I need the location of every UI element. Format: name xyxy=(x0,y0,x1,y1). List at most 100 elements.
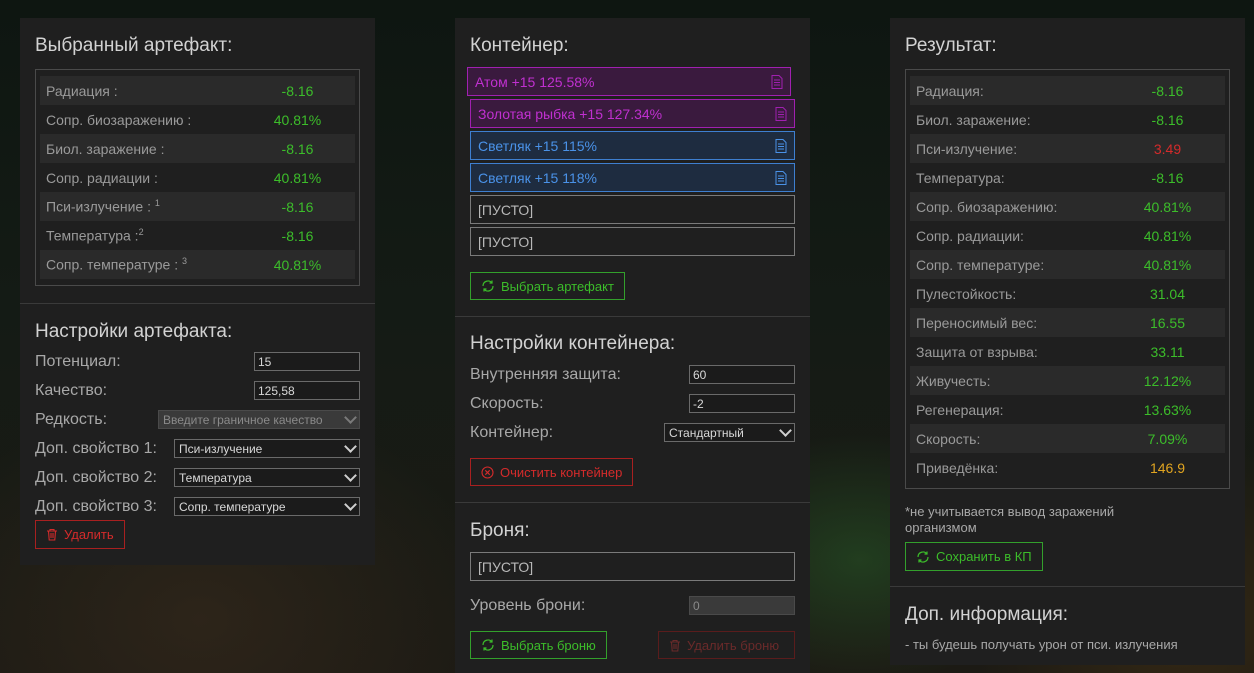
inner-protection-input[interactable] xyxy=(689,365,795,384)
result-value: 40.81% xyxy=(1143,227,1192,244)
chevron-down-icon xyxy=(344,469,357,482)
document-icon xyxy=(775,170,787,185)
artifact-settings-title: Настройки артефакта: xyxy=(35,321,233,342)
result-label: Скорость: xyxy=(916,430,981,447)
inner-protection-label: Внутренняя защита: xyxy=(470,365,621,383)
clear-container-button[interactable]: Очистить контейнер xyxy=(470,458,634,486)
result-stats-list: Радиация: -8.16 Биол. заражение: -8.16 Пси… xyxy=(905,69,1230,489)
stat-row: Биол. заражение : -8.16 xyxy=(40,134,355,163)
chevron-down-icon xyxy=(779,424,792,437)
armor-slot[interactable]: [ПУСТО] xyxy=(470,552,795,581)
armor-level-row: Уровень брони: xyxy=(470,591,795,620)
result-value: 7.09% xyxy=(1147,430,1188,447)
prop2-label: Доп. свойство 2: xyxy=(35,468,157,486)
divider xyxy=(890,586,1245,587)
document-icon xyxy=(775,106,787,121)
result-label: Живучесть: xyxy=(916,372,991,389)
stat-value: 40.81% xyxy=(273,256,322,273)
result-value: 12.12% xyxy=(1143,372,1192,389)
result-label: Сопр. температуре: xyxy=(916,256,1045,273)
stat-label: Температура :2 xyxy=(46,227,144,244)
save-label: Сохранить в КП xyxy=(936,549,1032,564)
delete-armor-label: Удалить броню xyxy=(687,637,780,653)
result-row: Биол. заражение: -8.16 xyxy=(910,105,1225,134)
result-row: Живучесть: 12.12% xyxy=(910,366,1225,395)
result-row: Пси-излучение: 3.49 xyxy=(910,134,1225,163)
stat-value: -8.16 xyxy=(281,227,314,244)
result-label: Радиация: xyxy=(916,82,984,99)
result-value: 13.63% xyxy=(1143,401,1192,418)
prop1-row: Доп. свойство 1: Пси-излучение xyxy=(35,434,360,463)
container-title: Контейнер: xyxy=(470,35,569,56)
container-slot[interactable]: Светляк +15 118% xyxy=(470,163,795,192)
stat-label: Биол. заражение : xyxy=(46,140,165,157)
result-row: Переносимый вес: 16.55 xyxy=(910,308,1225,337)
container-slot[interactable]: [ПУСТО] xyxy=(470,195,795,224)
refresh-icon xyxy=(917,550,929,563)
container-type-label: Контейнер: xyxy=(470,423,554,441)
armor-level-label: Уровень брони: xyxy=(470,596,586,614)
footnote-marker: 3 xyxy=(182,256,188,267)
choose-armor-button[interactable]: Выбрать броню xyxy=(470,631,607,659)
result-value: -8.16 xyxy=(1151,82,1184,99)
close-circle-icon xyxy=(481,465,494,479)
rarity-value: Введите граничное качество xyxy=(163,412,323,427)
rarity-label: Редкость: xyxy=(35,410,108,428)
choose-artifact-button[interactable]: Выбрать артефакт xyxy=(470,272,625,300)
result-title: Результат: xyxy=(905,35,997,56)
result-row: Приведёнка: 146.9 xyxy=(910,453,1225,482)
refresh-icon xyxy=(482,280,494,292)
choose-armor-label: Выбрать броню xyxy=(501,637,596,653)
info-text: - ты будешь получать урон от пси. излуче… xyxy=(905,637,1178,652)
slot-label: [ПУСТО] xyxy=(478,233,534,250)
result-value: 16.55 xyxy=(1149,314,1186,331)
inner-protection-row: Внутренняя защита: xyxy=(470,360,795,389)
chevron-down-icon xyxy=(344,498,357,511)
result-row: Сопр. радиации: 40.81% xyxy=(910,221,1225,250)
potential-row: Потенциал: xyxy=(35,347,360,376)
result-value: 3.49 xyxy=(1153,140,1182,157)
result-value: 33.11 xyxy=(1150,343,1185,360)
prop1-select[interactable]: Пси-излучение xyxy=(174,439,360,458)
slot-label: [ПУСТО] xyxy=(478,201,534,218)
prop1-value: Пси-излучение xyxy=(179,441,263,456)
speed-label: Скорость: xyxy=(470,394,544,412)
armor-title: Броня: xyxy=(470,520,530,541)
stat-label: Радиация : xyxy=(46,82,118,99)
container-slot[interactable]: Золотая рыбка +15 127.34% xyxy=(470,99,795,128)
result-label: Приведёнка: xyxy=(916,459,999,476)
quality-input[interactable] xyxy=(254,381,360,400)
prop2-select[interactable]: Температура xyxy=(174,468,360,487)
trash-icon xyxy=(47,528,57,541)
result-label: Регенерация: xyxy=(916,401,1004,418)
container-type-select[interactable]: Стандартный xyxy=(664,423,795,442)
document-icon xyxy=(771,74,783,89)
container-type-row: Контейнер: Стандартный xyxy=(470,418,795,447)
prop3-select[interactable]: Сопр. температуре xyxy=(174,497,360,516)
potential-label: Потенциал: xyxy=(35,352,121,370)
container-type-value: Стандартный xyxy=(669,425,744,440)
armor-level-input xyxy=(689,596,795,615)
speed-input[interactable] xyxy=(689,394,795,413)
trash-icon xyxy=(670,639,680,652)
chevron-down-icon xyxy=(344,411,357,424)
result-panel: Результат: Радиация: -8.16 Биол. заражени… xyxy=(890,18,1245,665)
stat-row: Сопр. биозаражению : 40.81% xyxy=(40,105,355,134)
stat-row: Пси-излучение : 1 -8.16 xyxy=(40,192,355,221)
slot-label: Светляк +15 115% xyxy=(478,137,597,154)
potential-input[interactable] xyxy=(254,352,360,371)
container-slot[interactable]: Атом +15 125.58% xyxy=(467,67,791,96)
save-button[interactable]: Сохранить в КП xyxy=(905,542,1043,571)
container-slot[interactable]: Светляк +15 115% xyxy=(470,131,795,160)
stat-value: -8.16 xyxy=(281,198,314,215)
prop2-row: Доп. свойство 2: Температура xyxy=(35,463,360,492)
container-slot[interactable]: [ПУСТО] xyxy=(470,227,795,256)
container-panel: Контейнер: Атом +15 125.58% Золотая рыбк… xyxy=(455,18,810,673)
choose-artifact-label: Выбрать артефакт xyxy=(501,278,614,294)
selected-artifact-title: Выбранный артефакт: xyxy=(35,35,233,56)
delete-artifact-button[interactable]: Удалить xyxy=(35,520,125,549)
prop1-label: Доп. свойство 1: xyxy=(35,439,157,457)
result-row: Сопр. температуре: 40.81% xyxy=(910,250,1225,279)
footnote-marker: 1 xyxy=(154,198,160,209)
stat-row: Радиация : -8.16 xyxy=(40,76,355,105)
